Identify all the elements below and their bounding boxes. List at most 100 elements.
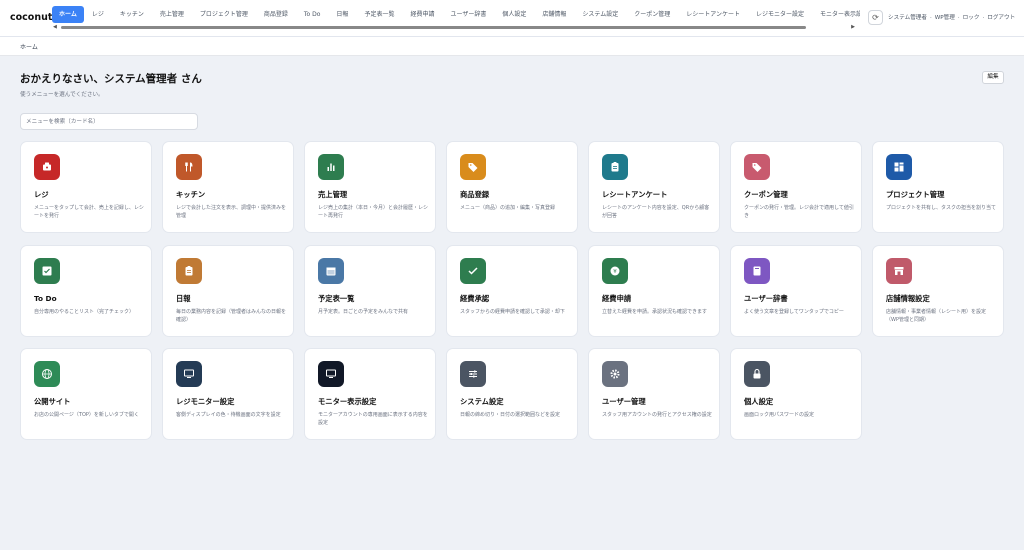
- card-title: システム設定: [460, 397, 504, 406]
- nav-tab[interactable]: プロジェクト管理: [192, 6, 256, 23]
- checkbox-icon: [34, 258, 60, 284]
- card-title: 公開サイト: [34, 397, 71, 406]
- nav-tabs: ホーム レジ キッチン 売上管理 プロジェクト管理 商品登録 To Do 日報 予定表一覧 経費申…: [52, 6, 860, 23]
- card-description: 客側ディスプレイの色・待機画面の文字を設定: [176, 412, 281, 418]
- globe-icon: [34, 361, 60, 387]
- menu-card[interactable]: キッチンレジで会計した注文を表示、調理中・提供済みを管理: [162, 141, 294, 233]
- scroll-right-icon[interactable]: ▶: [851, 24, 855, 30]
- coupon-icon: [744, 154, 770, 180]
- card-title: キッチン: [176, 190, 206, 199]
- book-icon: [744, 258, 770, 284]
- card-title: レシートアンケート: [602, 190, 668, 199]
- menu-card[interactable]: ¥ 経費申請 立替えた経費を申請。承認状況も確認できます: [588, 245, 720, 337]
- nav-tab[interactable]: レジ: [84, 6, 112, 23]
- menu-card[interactable]: 商品登録メニュー（商品）の追加・編集・写真登録: [446, 141, 578, 233]
- refresh-icon[interactable]: ⟳: [868, 10, 883, 25]
- card-title: ユーザー辞書: [744, 294, 788, 303]
- nav-tab[interactable]: 商品登録: [256, 6, 296, 23]
- scroll-thumb[interactable]: [61, 26, 806, 29]
- nav-tab[interactable]: ホーム: [52, 6, 84, 23]
- nav-tab[interactable]: キッチン: [112, 6, 152, 23]
- nav-tab[interactable]: クーポン管理: [626, 6, 678, 23]
- card-title: プロジェクト管理: [886, 190, 945, 199]
- nav-link[interactable]: システム管理者: [888, 15, 927, 21]
- utensils-icon: [176, 154, 202, 180]
- page-title: おかえりなさい、システム管理者 さん: [20, 73, 202, 85]
- app-logo[interactable]: coconut: [10, 12, 52, 23]
- clipboard-icon: [602, 154, 628, 180]
- menu-card[interactable]: ユーザー管理スタッフ用アカウントの発行とアクセス権の設定: [588, 348, 720, 440]
- menu-card[interactable]: 公開サイト お店の公開ページ（TOP）を新しいタブで開く: [20, 348, 152, 440]
- sliders-icon: [460, 361, 486, 387]
- menu-card[interactable]: 売上管理レジ売上の集計（本日・今月）と会計履歴・レシート再発行: [304, 141, 436, 233]
- nav-tab[interactable]: To Do: [296, 6, 329, 23]
- nav-separator: ·: [982, 15, 985, 21]
- user-nav: システム管理者 · WP管理 · ロック · ログアウト: [888, 13, 1018, 21]
- menu-card[interactable]: モニター表示設定 モニターアカウントの専用画面に表示する内容を設定: [304, 348, 436, 440]
- notepad-icon: [176, 258, 202, 284]
- menu-card[interactable]: 個人設定 画面ロック用パスワードの設定: [730, 348, 862, 440]
- store-icon: [886, 258, 912, 284]
- card-description: スタッフからの経費申請を確認して承認・却下: [460, 309, 565, 315]
- card-title: モニター表示設定: [318, 397, 377, 406]
- card-title: レジモニター設定: [176, 397, 235, 406]
- nav-tab[interactable]: モニター表示設定: [812, 6, 860, 23]
- nav-link[interactable]: WP管理: [935, 15, 955, 21]
- nav-tab[interactable]: 売上管理: [152, 6, 192, 23]
- menu-search-input[interactable]: [20, 113, 198, 130]
- menu-card[interactable]: To Do 自分専用のやることリスト（完了チェック）: [20, 245, 152, 337]
- menu-card[interactable]: 日報毎日の業務内容を記録（管理者はみんなの日報を確認）: [162, 245, 294, 337]
- card-description: クーポンの発行・管理。レジ会計で適用して値引き: [744, 205, 854, 219]
- menu-card[interactable]: レジ メニューをタップして会計、売上を記録し、レシートを発行: [20, 141, 152, 233]
- card-title: 商品登録: [460, 190, 490, 199]
- card-title: 日報: [176, 294, 191, 303]
- card-description: 店舗情報・事業者情報（レシート用）を設定（WP管理と同期）: [886, 309, 987, 323]
- nav-link[interactable]: ロック: [963, 15, 980, 21]
- nav-tab[interactable]: 個人設定: [494, 6, 534, 23]
- nav-tab[interactable]: 店舗情報: [534, 6, 574, 23]
- menu-card[interactable]: 予定表一覧 月予定表。日ごとの予定をみんなで共有: [304, 245, 436, 337]
- menu-card[interactable]: 店舗情報設定 店舗情報・事業者情報（レシート用）を設定（WP管理と同期）: [872, 245, 1004, 337]
- breadcrumb[interactable]: ホーム: [20, 42, 38, 51]
- menu-card[interactable]: ユーザー辞書よく使う文章を登録してワンタップでコピー: [730, 245, 862, 337]
- card-description: 立替えた経費を申請。承認状況も確認できます: [602, 309, 708, 315]
- card-description: レジで会計した注文を表示、調理中・提供済みを管理: [176, 205, 287, 219]
- gear-icon: [602, 361, 628, 387]
- dashboard-icon: [886, 154, 912, 180]
- card-description: 日報の締め切り・日付の選択範囲などを設定: [460, 412, 561, 418]
- menu-card[interactable]: レジモニター設定客側ディスプレイの色・待機画面の文字を設定: [162, 348, 294, 440]
- monitor-icon: [176, 361, 202, 387]
- card-description: レジ売上の集計（本日・今月）と会計履歴・レシート再発行: [318, 205, 429, 219]
- nav-tab[interactable]: 日報: [328, 6, 356, 23]
- nav-scrollbar[interactable]: ◀ ▶: [53, 24, 855, 31]
- svg-text:¥: ¥: [613, 269, 617, 275]
- card-title: クーポン管理: [744, 190, 788, 199]
- card-title: 売上管理: [318, 190, 348, 199]
- edit-button[interactable]: 編集: [982, 71, 1004, 84]
- menu-card[interactable]: クーポン管理クーポンの発行・管理。レジ会計で適用して値引き: [730, 141, 862, 233]
- nav-tab[interactable]: レジモニター設定: [748, 6, 812, 23]
- card-description: 毎日の業務内容を記録（管理者はみんなの日報を確認）: [176, 309, 287, 323]
- card-description: スタッフ用アカウントの発行とアクセス権の設定: [602, 412, 712, 418]
- menu-card[interactable]: プロジェクト管理 プロジェクトを共有し、タスクの担当を割り当て: [872, 141, 1004, 233]
- card-description: よく使う文章を登録してワンタップでコピー: [744, 309, 844, 315]
- nav-tab[interactable]: システム設定: [574, 6, 626, 23]
- nav-tab[interactable]: 経費申請: [402, 6, 442, 23]
- nav-tab[interactable]: 予定表一覧: [356, 6, 402, 23]
- card-description: 自分専用のやることリスト（完了チェック）: [34, 309, 135, 315]
- bar-chart-icon: [318, 154, 344, 180]
- card-description: メニュー（商品）の追加・編集・写真登録: [460, 205, 556, 211]
- register-icon: [34, 154, 60, 180]
- scroll-left-icon[interactable]: ◀: [53, 24, 57, 30]
- menu-card[interactable]: レシートアンケート レシートのアンケート内容を設定、QRから顧客が回答: [588, 141, 720, 233]
- menu-card[interactable]: 経費承認 スタッフからの経費申請を確認して承認・却下: [446, 245, 578, 337]
- nav-link[interactable]: ログアウト: [987, 15, 1015, 21]
- card-title: To Do: [34, 294, 57, 303]
- nav-tab[interactable]: レシートアンケート: [678, 6, 748, 23]
- check-icon: [460, 258, 486, 284]
- menu-card[interactable]: システム設定日報の締め切り・日付の選択範囲などを設定: [446, 348, 578, 440]
- card-title: ユーザー管理: [602, 397, 646, 406]
- page-subtitle: 使うメニューを選んでください。: [20, 92, 104, 98]
- nav-tab[interactable]: ユーザー辞書: [442, 6, 494, 23]
- lock-icon: [744, 361, 770, 387]
